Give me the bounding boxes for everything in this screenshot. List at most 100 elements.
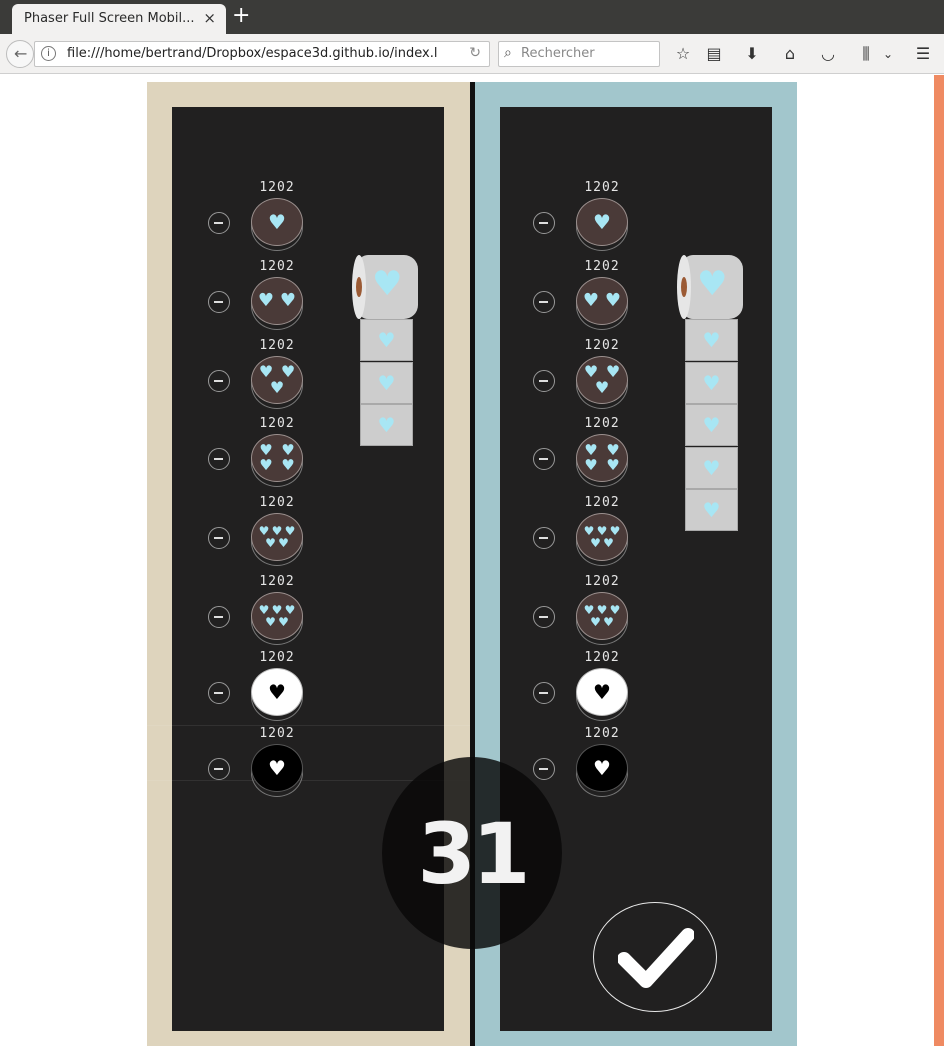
minus-button[interactable] [533, 212, 555, 234]
heart-icon: ♥ [268, 756, 286, 780]
token-face: ♥ ♥ [251, 277, 303, 325]
token-face: ♥ ♥ ♥ [576, 356, 628, 404]
minus-button[interactable] [208, 606, 230, 628]
minus-button[interactable] [533, 527, 555, 549]
back-button[interactable]: ← [6, 40, 34, 68]
minus-button[interactable] [208, 758, 230, 780]
token-value-label: 1202 [584, 495, 620, 510]
heart-token[interactable]: ♥ [576, 744, 628, 797]
heart-icon: ♥ [265, 615, 276, 629]
token-face: ♥ ♥ ♥ ♥ ♥ [251, 513, 303, 561]
star-icon[interactable]: ☆ [672, 44, 694, 64]
heart-token[interactable]: ♥ ♥ ♥ ♥ [251, 434, 303, 487]
close-icon[interactable]: × [203, 9, 216, 27]
token-face: ♥ [251, 744, 303, 792]
token-value-label: 1202 [584, 650, 620, 665]
search-bar[interactable]: ⌕ [498, 41, 660, 67]
heart-token[interactable]: ♥ ♥ [576, 277, 628, 330]
counter-value: 31 [417, 805, 531, 903]
heart-icon: ♥ [281, 456, 295, 474]
minus-button[interactable] [533, 682, 555, 704]
divider-line [147, 725, 470, 726]
heart-icon: ♥ [593, 680, 611, 704]
heart-icon: ♥ [590, 536, 601, 550]
download-icon[interactable]: ⬇ [741, 44, 763, 64]
token-value-label: 1202 [584, 338, 620, 353]
reload-icon[interactable]: ↻ [469, 45, 481, 61]
reading-list-icon[interactable]: ▤ [703, 44, 725, 64]
heart-icon: ♥ [603, 615, 614, 629]
token-face: ♥ ♥ [576, 277, 628, 325]
menu-icon[interactable]: ☰ [912, 44, 934, 64]
minus-button[interactable] [208, 682, 230, 704]
heart-token[interactable]: ♥ ♥ ♥ [576, 356, 628, 409]
toilet-roll-icon: ♥ [352, 255, 418, 319]
heart-token[interactable]: ♥ [576, 668, 628, 721]
heart-icon: ♥ [257, 290, 275, 311]
token-face: ♥ [576, 744, 628, 792]
heart-token[interactable]: ♥ ♥ ♥ [251, 356, 303, 409]
token-value-label: 1202 [259, 338, 295, 353]
heart-icon: ♥ [265, 536, 276, 550]
search-input[interactable] [521, 46, 651, 61]
new-tab-button[interactable]: + [232, 5, 250, 27]
token-value-label: 1202 [584, 180, 620, 195]
heart-icon: ♥ [278, 615, 289, 629]
token-value-label: 1202 [259, 259, 295, 274]
minus-button[interactable] [208, 448, 230, 470]
heart-token[interactable]: ♥ [251, 744, 303, 797]
heart-token[interactable]: ♥ [576, 198, 628, 251]
minus-button[interactable] [533, 758, 555, 780]
token-face: ♥ [576, 198, 628, 246]
heart-icon: ♥ [590, 615, 601, 629]
heart-token[interactable]: ♥ ♥ ♥ ♥ ♥ [251, 513, 303, 566]
heart-icon: ♥ [593, 210, 611, 234]
minus-button[interactable] [208, 212, 230, 234]
chevron-down-icon[interactable]: ⌄ [877, 44, 899, 64]
tab-active[interactable]: Phaser Full Screen Mobil... × [12, 4, 226, 34]
heart-token[interactable]: ♥ ♥ ♥ ♥ [576, 434, 628, 487]
heart-token[interactable]: ♥ ♥ ♥ ♥ ♥ [251, 592, 303, 645]
token-face: ♥ [576, 668, 628, 716]
token-value-label: 1202 [259, 726, 295, 741]
heart-icon: ♥ [279, 290, 297, 311]
heart-token[interactable]: ♥ ♥ [251, 277, 303, 330]
minus-button[interactable] [533, 291, 555, 313]
game-canvas[interactable]: 31 1202 ♥ 1202 ♥ ♥ 1202 ♥ ♥ ♥ 1202 ♥ ♥ ♥ ♥ 1202 ♥ ♥ ♥ ♥ ♥ 12… [147, 82, 797, 1046]
token-value-label: 1202 [259, 180, 295, 195]
token-value-label: 1202 [584, 726, 620, 741]
heart-token[interactable]: ♥ ♥ ♥ ♥ ♥ [576, 513, 628, 566]
confirm-button[interactable] [593, 902, 717, 1012]
minus-button[interactable] [208, 370, 230, 392]
token-face: ♥ ♥ ♥ ♥ ♥ [251, 592, 303, 640]
minus-button[interactable] [208, 527, 230, 549]
accent-strip [934, 75, 944, 1046]
roll-sheet: ♥ [685, 319, 738, 361]
heart-token[interactable]: ♥ [251, 198, 303, 251]
token-value-label: 1202 [259, 495, 295, 510]
home-icon[interactable]: ⌂ [779, 44, 801, 64]
minus-button[interactable] [533, 370, 555, 392]
minus-button[interactable] [533, 448, 555, 470]
heart-icon: ♥ [268, 210, 286, 234]
token-value-label: 1202 [584, 416, 620, 431]
heart-icon: ♥ [278, 536, 289, 550]
token-face: ♥ [251, 668, 303, 716]
heart-icon: ♥ [268, 680, 286, 704]
url-text[interactable]: file:///home/bertrand/Dropbox/espace3d.g… [67, 46, 447, 61]
heart-token[interactable]: ♥ ♥ ♥ ♥ ♥ [576, 592, 628, 645]
library-icon[interactable]: ⫼ [855, 44, 877, 64]
info-icon[interactable]: i [41, 46, 56, 61]
pocket-icon[interactable]: ◡ [817, 44, 839, 64]
minus-button[interactable] [533, 606, 555, 628]
heart-icon: ♥ [606, 456, 620, 474]
minus-button[interactable] [208, 291, 230, 313]
roll-sheet: ♥ [360, 404, 413, 446]
url-bar[interactable]: i file:///home/bertrand/Dropbox/espace3d… [34, 41, 490, 67]
heart-token[interactable]: ♥ [251, 668, 303, 721]
counter-disc: 31 [382, 757, 562, 949]
token-face: ♥ [251, 198, 303, 246]
heart-icon: ♥ [604, 290, 622, 311]
token-value-label: 1202 [259, 416, 295, 431]
token-face: ♥ ♥ ♥ ♥ [576, 434, 628, 482]
